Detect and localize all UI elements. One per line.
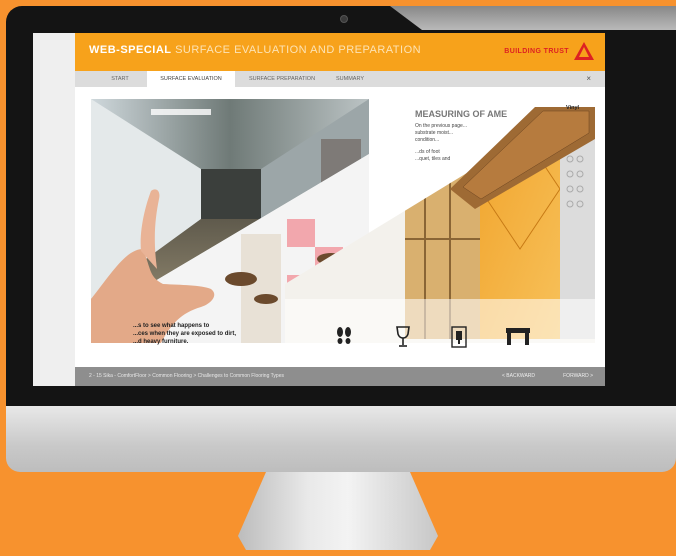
forward-button[interactable]: FORWARD > [563, 373, 593, 379]
close-button[interactable]: × [586, 71, 591, 87]
heel-icon[interactable] [450, 325, 468, 349]
tab-bar: START SURFACE EVALUATION SURFACE PREPARA… [75, 71, 605, 87]
measure-body: On the previous page... substrate moist.… [415, 123, 495, 163]
tab-surface-evaluation[interactable]: SURFACE EVALUATION [147, 71, 235, 87]
page-title-light: SURFACE EVALUATION AND PREPARATION [175, 44, 422, 56]
camera-icon [340, 15, 348, 23]
intro-line-3: ...d heavy furniture. [133, 339, 189, 345]
intro-line-2: ...ces when they are exposed to dirt, [133, 331, 237, 337]
web-special-app: WEB-SPECIAL SURFACE EVALUATION AND PREPA… [75, 33, 605, 386]
vinyl-label: Vinyl [566, 105, 580, 111]
breadcrumb: 2 - 15 Sika - ComfortFloor > Common Floo… [89, 373, 284, 379]
measure-line-2: substrate moist... [415, 130, 454, 136]
sika-logo-icon [573, 40, 595, 62]
measure-line-1: On the previous page... [415, 123, 467, 129]
intro-line-1: ...s to see what happens to [133, 323, 210, 329]
screen: WEB-SPECIAL SURFACE EVALUATION AND PREPA… [33, 33, 605, 386]
tab-surface-preparation[interactable]: SURFACE PREPARATION [237, 71, 327, 87]
brand-tagline: BUILDING TRUST [504, 48, 569, 55]
measurement-info: MEASURING OF AME On the previous page...… [415, 109, 595, 163]
page-title: WEB-SPECIAL SURFACE EVALUATION AND PREPA… [89, 44, 421, 56]
monitor-chin [6, 406, 676, 472]
monitor-glare [390, 6, 676, 30]
backward-button[interactable]: < BACKWARD [502, 373, 535, 379]
intro-text: ...s to see what happens to ...ces when … [133, 322, 273, 346]
main-content: MEASURING OF AME On the previous page...… [75, 87, 605, 359]
tab-start[interactable]: START [93, 71, 147, 87]
monitor-stand [238, 472, 438, 550]
measure-line-4: ...ds of foot [415, 149, 440, 155]
page-title-bold: WEB-SPECIAL [89, 44, 172, 56]
app-header: WEB-SPECIAL SURFACE EVALUATION AND PREPA… [75, 33, 605, 71]
footprints-icon[interactable] [333, 325, 355, 347]
tab-summary[interactable]: SUMMARY [327, 71, 373, 87]
footer-bar: 2 - 15 Sika - ComfortFloor > Common Floo… [75, 367, 605, 386]
measure-line-3: condition... [415, 137, 440, 143]
wine-glass-icon[interactable] [393, 325, 413, 349]
measure-line-5: ...quet, tiles and [415, 156, 451, 162]
table-icon[interactable] [505, 325, 531, 347]
